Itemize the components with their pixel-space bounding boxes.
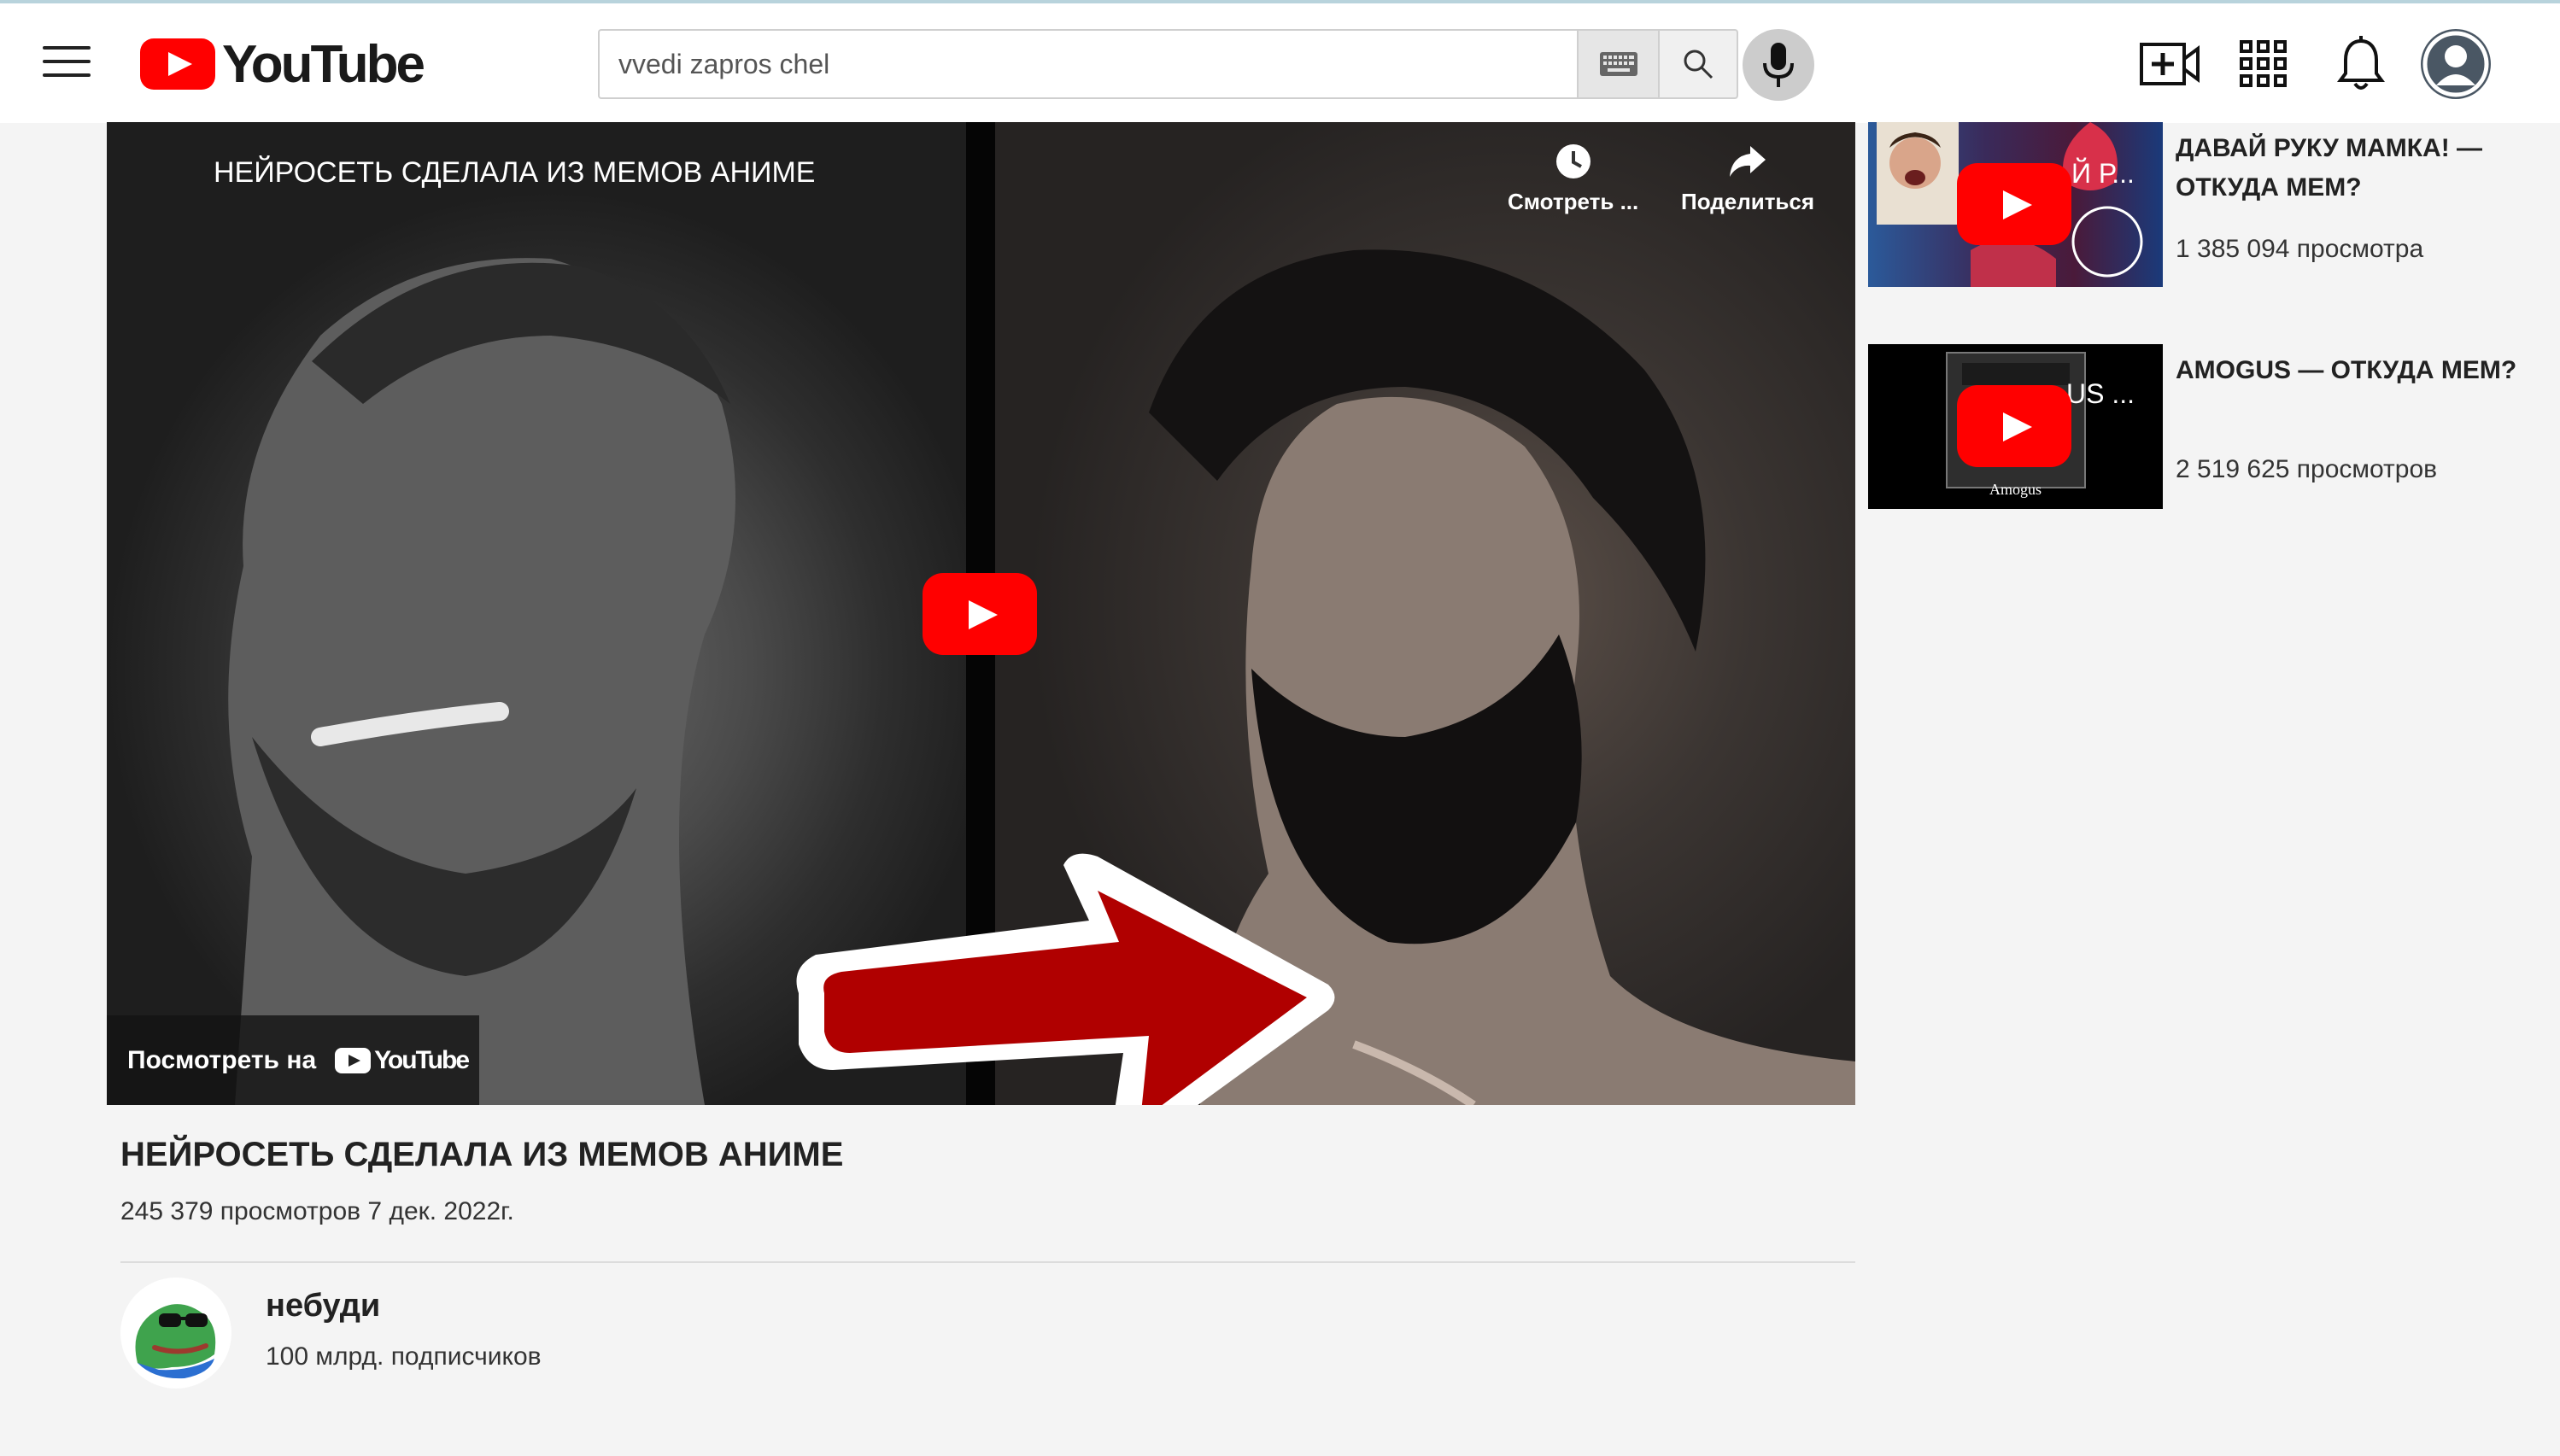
related-video-item[interactable]: Й Р... ДАВАЙ РУКУ МАМКА! — ОТКУДА МЕМ? 1… — [1868, 122, 2534, 287]
related-video-title[interactable]: AMOGUS — ОТКУДА МЕМ? — [2176, 351, 2517, 390]
divider — [120, 1261, 1855, 1263]
play-button[interactable] — [923, 573, 1037, 655]
channel-avatar[interactable] — [120, 1278, 231, 1389]
video-player[interactable]: НЕЙРОСЕТЬ СДЕЛАЛА ИЗ МЕМОВ АНИМЕ Смотрет… — [107, 122, 1855, 1105]
watch-on-logo-text: YouTube — [374, 1045, 470, 1074]
pepe-avatar-icon — [135, 1304, 216, 1379]
youtube-logo-icon — [335, 1047, 372, 1073]
user-avatar-icon — [2422, 31, 2489, 97]
keyboard-button[interactable] — [1577, 29, 1658, 99]
watch-on-label: Посмотреть на — [127, 1045, 317, 1074]
related-video-title[interactable]: ДАВАЙ РУКУ МАМКА! — ОТКУДА МЕМ? — [2176, 129, 2517, 208]
notifications-button[interactable] — [2330, 36, 2392, 92]
related-video-views: 2 519 625 просмотров — [2176, 455, 2438, 483]
share-button[interactable]: Поделиться — [1681, 143, 1814, 215]
related-video-thumbnail[interactable]: US ... Amogus — [1868, 344, 2163, 509]
youtube-logo-icon — [140, 38, 215, 90]
mic-icon — [1763, 43, 1794, 87]
search-button[interactable] — [1658, 29, 1738, 99]
channel-name[interactable]: небуди — [266, 1288, 380, 1324]
bell-icon — [2337, 36, 2385, 90]
share-label: Поделиться — [1681, 189, 1815, 214]
logo-text: YouTube — [222, 34, 425, 94]
keyboard-icon — [1599, 52, 1637, 76]
player-overlay-title[interactable]: НЕЙРОСЕТЬ СДЕЛАЛА ИЗ МЕМОВ АНИМЕ — [214, 156, 815, 190]
youtube-logo[interactable]: YouTube — [140, 34, 425, 94]
related-video-thumbnail[interactable]: Й Р... — [1868, 122, 2163, 287]
clock-icon — [1555, 144, 1590, 178]
search-icon — [1684, 50, 1714, 79]
thumb-text: US ... — [2066, 378, 2135, 409]
thumb-caption: Amogus — [1989, 481, 2042, 498]
menu-icon[interactable] — [43, 46, 91, 80]
watch-later-label: Смотреть ... — [1508, 189, 1639, 214]
thumb-text: Й Р... — [2071, 158, 2135, 189]
share-icon — [1730, 146, 1766, 177]
watch-on-youtube-button[interactable]: Посмотреть на YouTube — [107, 1015, 479, 1105]
play-icon — [1957, 163, 2071, 245]
search-bar — [598, 29, 1738, 99]
create-video-icon — [2140, 43, 2200, 85]
create-video-button[interactable] — [2139, 36, 2200, 92]
watch-later-button[interactable]: Смотреть ... — [1508, 143, 1638, 215]
search-input[interactable] — [598, 29, 1577, 99]
account-avatar[interactable] — [2421, 29, 2491, 99]
video-meta: 245 379 просмотров 7 дек. 2022г. — [120, 1197, 514, 1225]
related-video-views: 1 385 094 просмотра — [2176, 235, 2424, 263]
arrow-graphic — [796, 853, 1335, 1105]
apps-button[interactable] — [2233, 36, 2294, 92]
play-icon — [1957, 385, 2071, 467]
apps-grid-icon — [2240, 40, 2287, 87]
voice-search-button[interactable] — [1743, 29, 1814, 101]
related-video-item[interactable]: US ... Amogus AMOGUS — ОТКУДА МЕМ? 2 519… — [1868, 344, 2534, 509]
youtube-mini-logo: YouTube — [335, 1045, 470, 1075]
video-title: НЕЙРОСЕТЬ СДЕЛАЛА ИЗ МЕМОВ АНИМЕ — [120, 1136, 844, 1173]
channel-subscribers: 100 млрд. подписчиков — [266, 1342, 542, 1371]
masthead: YouTube — [0, 3, 2560, 123]
